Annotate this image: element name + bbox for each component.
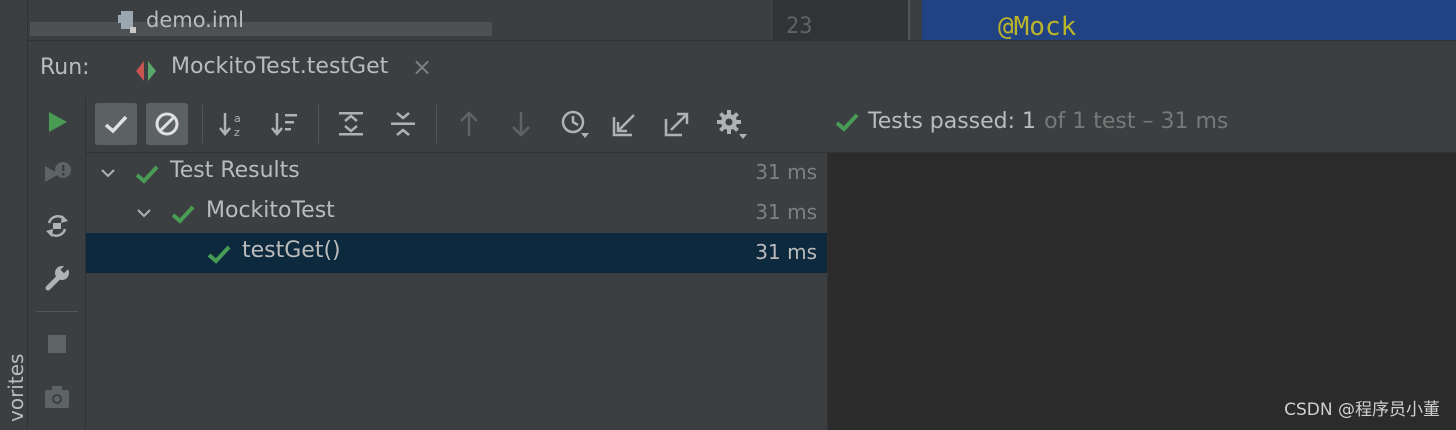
expand-all-icon	[339, 112, 363, 136]
export-tests-button[interactable]	[656, 103, 698, 145]
sort-duration-icon	[271, 113, 297, 136]
expand-all-button[interactable]	[330, 103, 372, 145]
previous-failed-button[interactable]	[448, 103, 490, 145]
test-settings-button[interactable]	[710, 103, 752, 145]
run-side-toolbar	[28, 97, 86, 430]
test-results-tree[interactable]: Test Results 31 ms MockitoTest 31 ms tes…	[86, 153, 828, 430]
chevron-down-icon[interactable]	[98, 161, 118, 185]
settings-icon	[717, 110, 747, 139]
tree-row-label: testGet()	[242, 238, 341, 263]
console-output[interactable]: CSDN @程序员小董	[828, 153, 1456, 430]
history-icon	[561, 110, 589, 138]
rerun-icon	[49, 112, 67, 132]
test-run-config-icon	[134, 59, 162, 87]
stop-button[interactable]	[38, 325, 76, 363]
favorites-strip: vorites	[0, 0, 28, 430]
watermark-text: CSDN @程序员小董	[1284, 400, 1440, 420]
rerun-failed-icon	[45, 162, 71, 182]
import-tests-icon	[612, 114, 635, 137]
run-tab[interactable]: MockitoTest.testGet ×	[126, 41, 454, 97]
next-failed-icon	[512, 112, 530, 137]
passed-check-icon	[207, 245, 231, 264]
toggle-auto-test-button[interactable]	[38, 207, 76, 245]
line-number: 23	[786, 14, 813, 39]
rerun-failed-button[interactable]	[38, 155, 76, 193]
screenshot-icon	[45, 386, 69, 408]
passed-check-icon	[171, 205, 195, 224]
svg-text:z: z	[234, 126, 240, 139]
test-status: Tests passed: 1 of 1 test – 31 ms	[834, 109, 1228, 134]
tree-row-label: MockitoTest	[206, 198, 335, 223]
toolbar-separator	[202, 105, 203, 143]
passed-check-icon	[835, 113, 859, 132]
close-tab-icon[interactable]: ×	[412, 53, 432, 81]
collapse-all-icon	[391, 112, 415, 136]
code-editor[interactable]: @Mock	[922, 0, 1456, 42]
settings-wrench-button[interactable]	[38, 259, 76, 297]
tree-row-test-results[interactable]: Test Results 31 ms	[86, 153, 827, 193]
show-passed-icon	[104, 115, 128, 134]
run-tool-window-header: Run: MockitoTest.testGet ×	[28, 40, 1456, 97]
tree-row-duration: 31 ms	[755, 240, 817, 264]
project-file-item[interactable]: demo.iml	[118, 4, 244, 36]
collapse-all-button[interactable]	[382, 103, 424, 145]
favorites-tab[interactable]: vorites	[4, 354, 28, 422]
chevron-down-icon[interactable]	[134, 201, 154, 225]
file-name-label: demo.iml	[146, 8, 244, 32]
show-passed-toggle[interactable]	[95, 103, 137, 145]
tree-row-duration: 31 ms	[755, 160, 817, 184]
run-label: Run:	[40, 55, 90, 80]
side-toolbar-separator	[36, 311, 78, 312]
stop-icon	[48, 335, 66, 353]
tree-row-label: Test Results	[170, 158, 300, 183]
next-failed-button[interactable]	[500, 103, 542, 145]
code-annotation-text: @Mock	[998, 12, 1077, 42]
gutter-separator	[908, 0, 910, 40]
wrench-icon	[45, 265, 69, 291]
tree-row-duration: 31 ms	[755, 200, 817, 224]
show-ignored-icon	[155, 112, 179, 136]
toggle-auto-test-icon	[46, 215, 68, 237]
show-ignored-toggle[interactable]	[146, 103, 188, 145]
export-tests-icon	[664, 112, 689, 137]
rerun-button[interactable]	[38, 103, 76, 141]
toolbar-separator	[318, 105, 319, 143]
tests-summary-text: of 1 test – 31 ms	[1044, 109, 1229, 134]
run-tab-label: MockitoTest.testGet	[171, 54, 389, 79]
project-horizontal-scrollbar[interactable]	[30, 22, 492, 36]
screenshot-button[interactable]	[38, 378, 76, 416]
module-file-icon	[118, 7, 138, 33]
tree-row-mockito-test[interactable]: MockitoTest 31 ms	[86, 193, 827, 233]
sort-alpha-icon: a z	[219, 112, 241, 139]
test-toolbar: a z Tests passed: 1 of 1 test – 31 ms	[86, 97, 1456, 153]
test-history-button[interactable]	[554, 103, 596, 145]
tests-passed-text: Tests passed: 1	[868, 109, 1037, 134]
passed-check-icon	[135, 165, 159, 184]
toolbar-separator	[436, 105, 437, 143]
editor-top-area: demo.iml 23 @Mock	[28, 0, 1456, 42]
sort-alphabetically-button[interactable]: a z	[212, 103, 254, 145]
editor-gutter: 23	[773, 0, 909, 40]
import-tests-button[interactable]	[604, 103, 646, 145]
prev-failed-icon	[460, 111, 478, 136]
svg-text:a: a	[234, 112, 241, 125]
sort-by-duration-button[interactable]	[264, 103, 306, 145]
tree-row-test-get[interactable]: testGet() 31 ms	[86, 233, 827, 273]
project-pane: demo.iml	[28, 0, 773, 40]
